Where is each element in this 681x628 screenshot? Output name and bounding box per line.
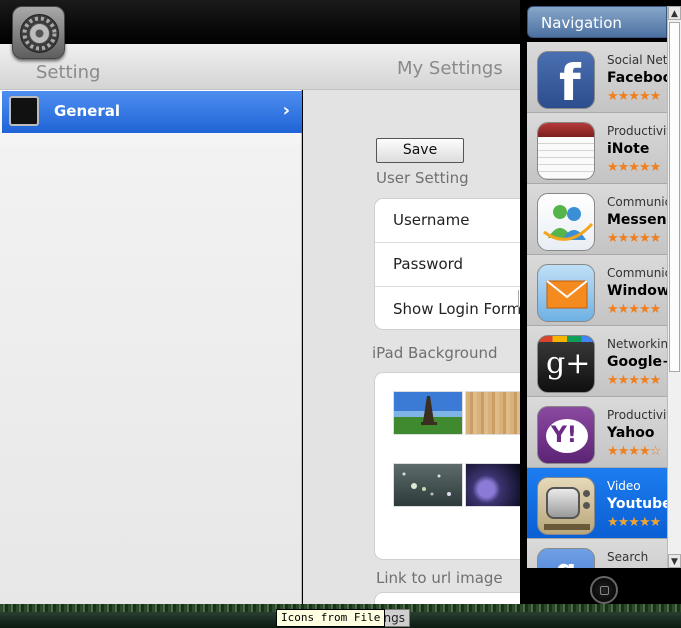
app-category: Networkin <box>607 337 667 351</box>
general-label: General <box>54 102 120 120</box>
content-header: My Settings <box>302 44 520 90</box>
youtube-tv-icon <box>537 477 595 535</box>
tooltip: Icons from File <box>276 609 386 627</box>
save-button[interactable]: Save <box>376 138 464 163</box>
user-setting-group: Username Password Show Login Form <box>374 198 534 330</box>
show-login-form-label: Show Login Form <box>393 300 522 318</box>
app-name: Google+ <box>607 354 667 370</box>
app-name: Yahoo <box>607 425 655 441</box>
app-name: Windows <box>607 283 667 299</box>
app-name: Youtube <box>607 496 667 512</box>
username-label: Username <box>393 211 470 229</box>
home-button[interactable] <box>590 576 618 604</box>
background-group <box>374 372 534 560</box>
general-row[interactable]: General › <box>2 91 302 133</box>
list-item-inote[interactable]: Productivity iNote ★★★★★ <box>527 113 667 184</box>
list-item-google-plus[interactable]: g+ Networkin Google+ ★★★★★ <box>527 326 667 397</box>
screen: Setting General › My Settings Save User … <box>0 0 681 628</box>
ipad-background-label: iPad Background <box>372 344 498 362</box>
messenger-icon <box>537 193 595 251</box>
password-label: Password <box>393 255 464 273</box>
app-category: Search <box>607 550 649 564</box>
scroll-up-arrow-icon[interactable]: ▲ <box>668 6 681 20</box>
yahoo-icon: Y! <box>537 406 595 464</box>
rating-stars: ★★★★★ <box>607 89 661 104</box>
scrollbar-thumb[interactable] <box>669 22 680 372</box>
navigation-title: Navigation <box>541 14 622 32</box>
settings-gear-icon[interactable] <box>12 6 65 59</box>
rating-stars: ★★★★★ <box>607 160 661 175</box>
google-plus-icon: g+ <box>537 335 595 393</box>
list-item-yahoo[interactable]: Y! Productivit Yahoo ★★★★☆ <box>527 397 667 468</box>
list-item-messenger[interactable]: Communic Messenger ★★★★★ <box>527 184 667 255</box>
app-list: f Social Netw Facebook ★★★★★ Productivit… <box>527 42 667 568</box>
link-url-label: Link to url image <box>376 569 503 587</box>
chevron-right-icon: › <box>282 100 290 121</box>
top-bar <box>0 0 520 44</box>
content-title: My Settings <box>397 58 503 79</box>
list-item-search[interactable]: g Search <box>527 539 667 568</box>
app-name: Facebook <box>607 70 667 86</box>
left-title: Setting <box>36 62 101 83</box>
rating-stars: ★★★★★ <box>607 302 661 317</box>
notes-icon <box>537 122 595 180</box>
scrollbar[interactable]: ▲ ▼ <box>667 6 681 568</box>
app-name: Messenger <box>607 212 667 228</box>
username-row[interactable]: Username <box>375 199 533 243</box>
rating-stars: ★★★★★ <box>607 231 661 246</box>
app-category: Productivit <box>607 408 667 422</box>
list-item-windows[interactable]: Communic Windows ★★★★★ <box>527 255 667 326</box>
list-item-youtube[interactable]: Video Youtube ★★★★★ <box>527 468 667 539</box>
list-item-facebook[interactable]: f Social Netw Facebook ★★★★★ <box>527 42 667 113</box>
password-row[interactable]: Password <box>375 243 533 287</box>
general-icon <box>9 96 39 126</box>
navigation-bar: Navigation <box>527 6 667 38</box>
app-category: Communic <box>607 195 667 209</box>
app-category: Video <box>607 479 641 493</box>
google-search-icon: g <box>537 548 595 568</box>
scroll-down-arrow-icon[interactable]: ▼ <box>668 554 681 568</box>
app-name: iNote <box>607 141 650 157</box>
rain-thumbnail[interactable] <box>393 463 463 507</box>
app-category: Communic <box>607 266 667 280</box>
user-setting-label: User Setting <box>376 169 469 187</box>
eiffel-tower-thumbnail[interactable] <box>393 391 463 435</box>
left-list <box>0 90 302 608</box>
show-login-form-row[interactable]: Show Login Form <box>375 287 533 329</box>
rating-stars: ★★★★★ <box>607 515 661 530</box>
rating-stars: ★★★★☆ <box>607 444 661 459</box>
app-category: Social Netw <box>607 53 667 67</box>
rating-stars: ★★★★★ <box>607 373 661 388</box>
app-category: Productivity <box>607 124 667 138</box>
mail-icon <box>537 264 595 322</box>
facebook-icon: f <box>537 51 595 109</box>
